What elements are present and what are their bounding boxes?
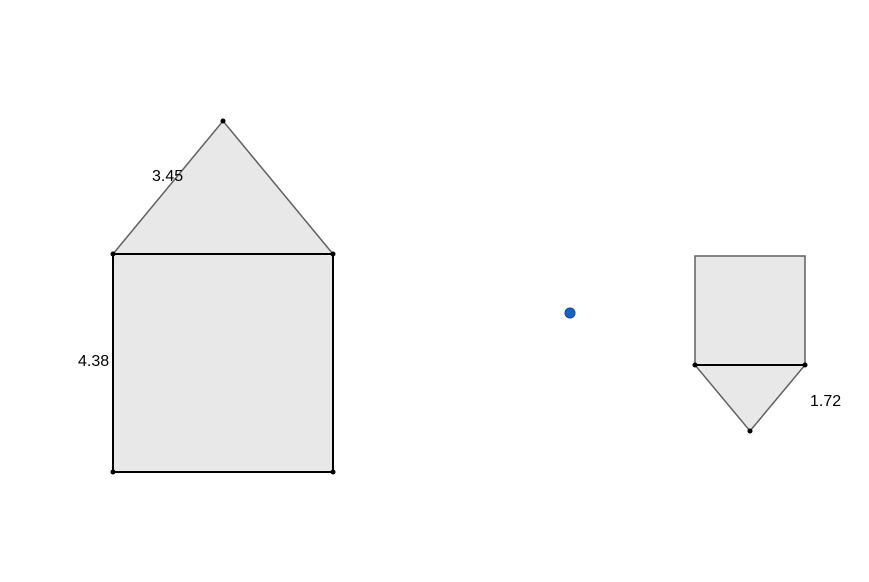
- vertex-point: [331, 470, 336, 475]
- label-roof-large: 3.45: [152, 168, 183, 186]
- house-large-square: [113, 254, 333, 472]
- label-roof-small: 1.72: [810, 393, 841, 411]
- vertex-point: [111, 252, 116, 257]
- vertex-point: [221, 119, 226, 124]
- vertex-point: [331, 252, 336, 257]
- geometry-canvas: [0, 0, 869, 582]
- vertex-point: [693, 363, 698, 368]
- house-large: [111, 119, 336, 475]
- vertex-point: [111, 470, 116, 475]
- house-small-roof: [695, 365, 805, 431]
- label-side-large: 4.38: [78, 353, 109, 371]
- house-small: [693, 256, 808, 434]
- house-small-square: [695, 256, 805, 365]
- vertex-point: [748, 429, 753, 434]
- center-point[interactable]: [565, 308, 575, 318]
- vertex-point: [803, 363, 808, 368]
- house-large-roof: [113, 121, 333, 254]
